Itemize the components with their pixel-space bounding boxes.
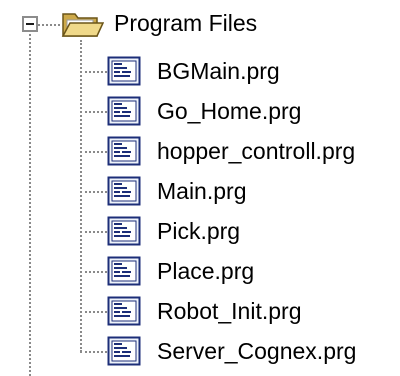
tree-connector-children — [80, 40, 82, 352]
tree-root-label[interactable]: Program Files — [114, 9, 257, 37]
tree-item-place[interactable]: Place.prg — [107, 252, 397, 290]
tree-item-label: Main.prg — [157, 178, 247, 204]
tree-item-label: Robot_Init.prg — [157, 298, 302, 324]
tree-item-label: hopper_controll.prg — [157, 138, 356, 164]
tree-item-label: Server_Cognex.prg — [157, 338, 357, 364]
open-folder-icon[interactable] — [60, 9, 104, 41]
tree-connector-branch — [80, 351, 107, 353]
program-file-icon — [107, 216, 141, 246]
tree-connector-outer — [29, 34, 31, 376]
tree-item-label: Pick.prg — [157, 218, 241, 244]
tree-item-bgmain[interactable]: BGMain.prg — [107, 52, 397, 90]
tree-item-label: Place.prg — [157, 258, 255, 284]
tree-connector-branch — [80, 271, 107, 273]
tree-item-server-cognex[interactable]: Server_Cognex.prg — [107, 332, 397, 370]
program-file-icon — [107, 336, 141, 366]
tree-item-main[interactable]: Main.prg — [107, 172, 397, 210]
program-file-icon — [107, 296, 141, 326]
tree-item-label: BGMain.prg — [157, 58, 280, 84]
file-tree: Program Files BGMain.prg Go_Home.prg hop… — [0, 0, 400, 376]
collapse-toggle-icon[interactable] — [22, 16, 38, 32]
program-file-icon — [107, 136, 141, 166]
program-file-icon — [107, 96, 141, 126]
program-file-icon — [107, 256, 141, 286]
tree-connector-branch — [80, 111, 107, 113]
tree-connector-root — [38, 24, 60, 26]
tree-connector-branch — [80, 151, 107, 153]
tree-item-robot-init[interactable]: Robot_Init.prg — [107, 292, 397, 330]
tree-connector-branch — [80, 311, 107, 313]
program-file-icon — [107, 56, 141, 86]
tree-item-hopper-controll[interactable]: hopper_controll.prg — [107, 132, 397, 170]
tree-item-go-home[interactable]: Go_Home.prg — [107, 92, 397, 130]
tree-item-label: Go_Home.prg — [157, 98, 302, 124]
tree-connector-branch — [80, 71, 107, 73]
tree-item-pick[interactable]: Pick.prg — [107, 212, 397, 250]
tree-connector-branch — [80, 231, 107, 233]
tree-connector-branch — [80, 191, 107, 193]
program-file-icon — [107, 176, 141, 206]
